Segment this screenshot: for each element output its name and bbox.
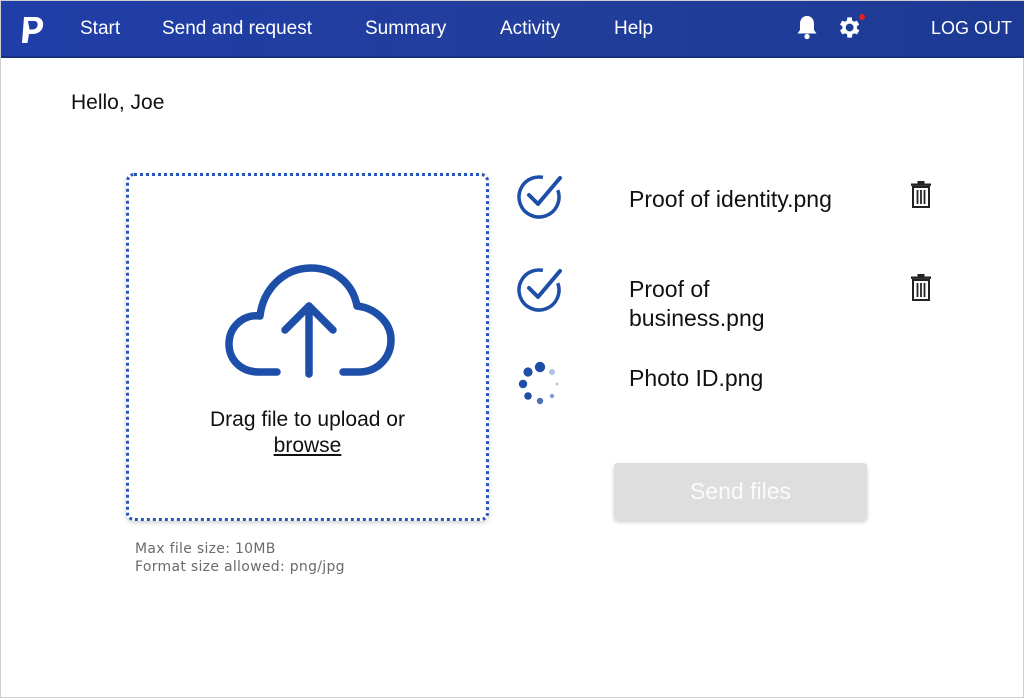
trash-icon[interactable] [910,181,932,209]
file-name-line: Proof of [629,276,710,302]
app-window: Start Send and request Summary Activity … [0,0,1024,698]
logout-button[interactable]: LOG OUT [931,18,1012,39]
browse-link[interactable]: browse [274,434,342,457]
nav-help[interactable]: Help [614,18,653,40]
nav-send-and-request[interactable]: Send and request [162,18,312,40]
dropzone-instruction: Drag file to upload or [210,408,405,431]
send-files-button[interactable]: Send files [614,463,867,520]
cloud-upload-icon [225,264,395,378]
notification-dot [859,14,865,20]
trash-icon[interactable] [910,274,932,302]
browse-link-wrapper: browse [129,434,486,458]
top-navbar: Start Send and request Summary Activity … [1,1,1024,58]
file-name-line: business.png [629,305,765,331]
nav-summary[interactable]: Summary [365,18,446,40]
file-name-proof-of-business: Proof of business.png [629,275,765,333]
file-name-photo-id: Photo ID.png [629,365,764,391]
nav-activity[interactable]: Activity [500,18,560,40]
file-dropzone[interactable]: Drag file to upload or browse [126,173,489,521]
format-hint: Format size allowed: png/jpg [135,559,345,575]
nav-start[interactable]: Start [80,18,120,40]
file-name-proof-of-identity: Proof of identity.png [629,186,832,212]
greeting-text: Hello, Joe [71,91,165,114]
check-circle-icon [517,268,562,312]
paypal-logo-icon[interactable] [18,15,46,45]
max-file-size-hint: Max file size: 10MB [135,541,276,557]
bell-icon[interactable] [796,14,818,40]
gear-icon[interactable] [835,14,862,41]
check-circle-icon [517,175,562,219]
loading-spinner-icon [518,361,559,405]
